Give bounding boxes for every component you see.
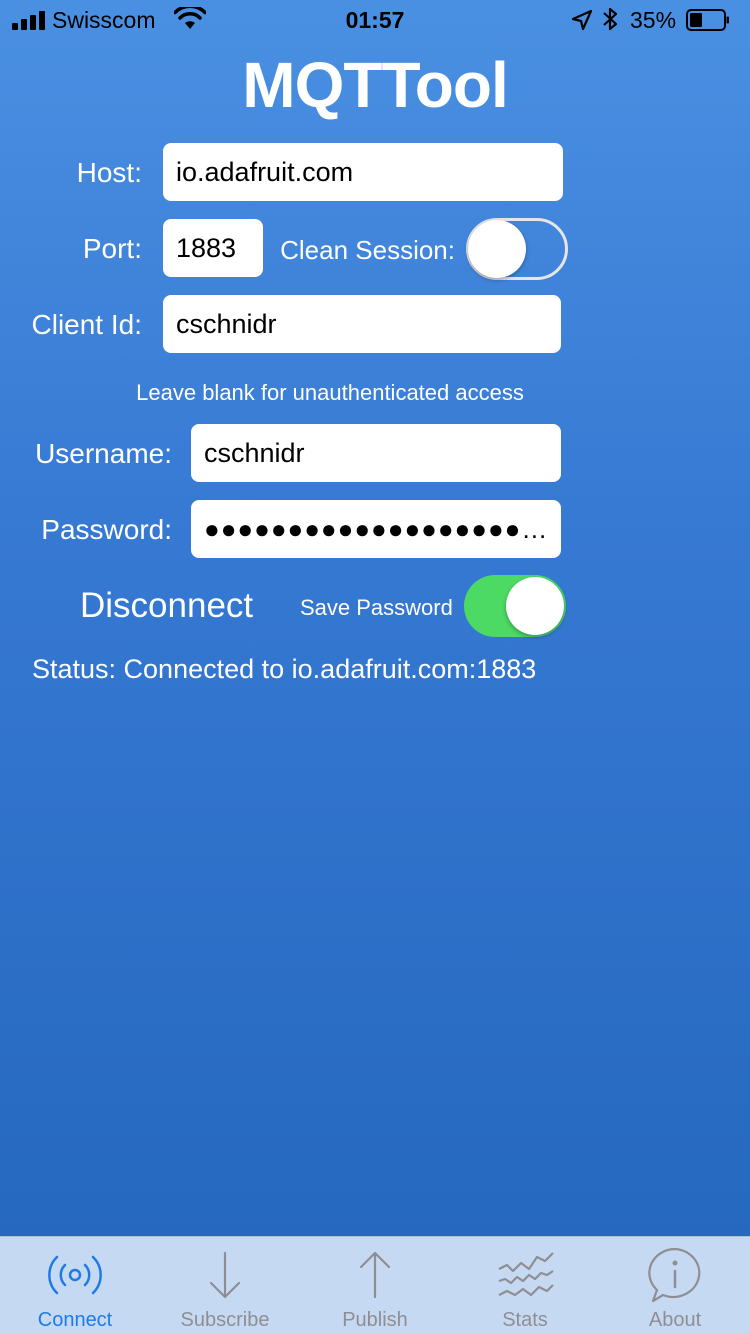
username-input[interactable]: cschnidr [191, 424, 561, 482]
tab-label: Publish [342, 1309, 408, 1331]
tab-label: Subscribe [180, 1309, 270, 1331]
auth-hint: Leave blank for unauthenticated access [136, 380, 524, 405]
app-title: MQTTool [242, 49, 509, 121]
save-password-label: Save Password [300, 595, 453, 620]
tab-connect[interactable]: Connect [0, 1237, 150, 1334]
tab-label: Stats [502, 1309, 548, 1331]
host-label: Host: [76, 157, 142, 188]
arrow-up-icon [359, 1251, 391, 1299]
bluetooth-icon [603, 7, 618, 31]
disconnect-button[interactable]: Disconnect [80, 586, 253, 626]
tab-label: About [648, 1309, 702, 1331]
password-input[interactable]: ●●●●●●●●●●●●●●●●●●●… [191, 500, 561, 558]
arrow-down-icon [209, 1251, 241, 1299]
host-input[interactable]: io.adafruit.com [163, 143, 563, 201]
broadcast-icon [48, 1255, 102, 1295]
tab-bar: Connect Subscribe Publish Stats About [0, 1236, 750, 1334]
save-password-toggle[interactable] [464, 575, 566, 637]
toggle-knob [468, 220, 526, 278]
tab-about[interactable]: About [600, 1237, 750, 1334]
battery-icon [686, 9, 729, 31]
toggle-knob [506, 577, 564, 635]
tab-label: Connect [37, 1309, 113, 1331]
client-id-label: Client Id: [31, 309, 143, 340]
info-bubble-icon [648, 1247, 701, 1303]
screen: Swisscom 01:57 35% MQTTool Host: io.adaf… [0, 0, 750, 1334]
clean-session-toggle[interactable] [466, 218, 568, 280]
clean-session-label: Clean Session: [280, 235, 455, 265]
port-input[interactable]: 1883 [163, 219, 263, 277]
tab-publish[interactable]: Publish [300, 1237, 450, 1334]
port-label: Port: [82, 233, 142, 264]
tab-stats[interactable]: Stats [450, 1237, 600, 1334]
tab-subscribe[interactable]: Subscribe [150, 1237, 300, 1334]
username-label: Username: [35, 438, 172, 469]
connection-status: Status: Connected to io.adafruit.com:188… [32, 654, 537, 684]
status-bar: Swisscom 01:57 35% [0, 0, 750, 40]
client-id-input[interactable]: cschnidr [163, 295, 561, 353]
location-arrow-icon [571, 9, 593, 31]
password-label: Password: [41, 514, 172, 545]
battery-percent: 35% [630, 7, 677, 33]
stats-icon [498, 1252, 554, 1297]
